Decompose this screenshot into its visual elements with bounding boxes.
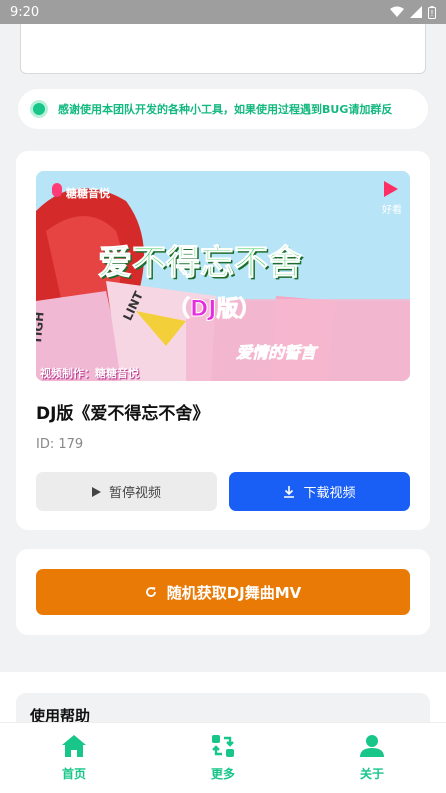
refresh-icon <box>145 587 156 597</box>
swap-icon <box>212 735 234 757</box>
download-video-label: 下载视频 <box>303 486 356 501</box>
corner-logo-icon <box>384 181 398 197</box>
random-mv-button[interactable]: 随机获取DJ舞曲MV <box>36 569 410 615</box>
tab-more-label: 更多 <box>210 767 235 781</box>
download-icon <box>284 485 295 498</box>
status-time: 9:20 <box>10 4 40 20</box>
svg-text:!: ! <box>430 9 433 18</box>
play-icon <box>91 486 101 497</box>
thumbnail-credit: 视频制作：糖糖音悦 <box>40 367 139 380</box>
thumbnail-headline: 爱不得忘不舍 <box>98 243 303 284</box>
video-id: ID: 179 <box>36 437 84 452</box>
thumbnail-signature: 爱情的誓言 <box>236 343 317 363</box>
wifi-icon <box>390 6 404 17</box>
notice-text: 感谢使用本团队开发的各种小工具，如果使用过程遇到BUG请加群反 <box>58 103 393 116</box>
signal-icon <box>410 6 422 18</box>
thumbnail-corner-logo: 好看 <box>382 205 402 216</box>
video-title: DJ版《爱不得忘不舍》 <box>36 404 210 424</box>
random-card: 随机获取DJ舞曲MV <box>16 549 430 635</box>
status-bar: 9:20 ! <box>0 0 446 24</box>
tab-home[interactable]: 首页 <box>34 735 114 782</box>
tab-about[interactable]: 关于 <box>332 735 412 782</box>
video-card: 糖糖音悦 好看 爱不得忘不舍 （DJ版） 爱情的誓言 视频制作：糖糖音悦 TIG… <box>16 151 430 530</box>
top-card <box>20 24 426 74</box>
pause-video-button[interactable]: 暂停视频 <box>36 472 217 511</box>
thumbnail-subtitle: （DJ版） <box>167 297 261 323</box>
tab-home-label: 首页 <box>61 767 86 781</box>
brand-logo-icon <box>52 183 62 197</box>
battery-icon: ! <box>428 5 436 19</box>
home-icon <box>62 735 86 757</box>
tab-more[interactable]: 更多 <box>183 735 263 782</box>
thumbnail-brand: 糖糖音悦 <box>66 187 110 200</box>
person-icon <box>360 735 384 757</box>
video-thumbnail[interactable]: 糖糖音悦 好看 爱不得忘不舍 （DJ版） 爱情的誓言 视频制作：糖糖音悦 TIG… <box>36 171 410 381</box>
random-mv-label: 随机获取DJ舞曲MV <box>166 583 302 602</box>
download-video-button[interactable]: 下载视频 <box>229 472 410 511</box>
notice-banner: 感谢使用本团队开发的各种小工具，如果使用过程遇到BUG请加群反 <box>18 89 428 129</box>
bottom-tab-bar: 首页 更多 关于 <box>0 722 446 793</box>
status-icons: ! <box>390 5 436 19</box>
pause-video-label: 暂停视频 <box>108 486 161 501</box>
tab-about-label: 关于 <box>359 767 384 781</box>
notice-dot-icon <box>30 100 48 118</box>
